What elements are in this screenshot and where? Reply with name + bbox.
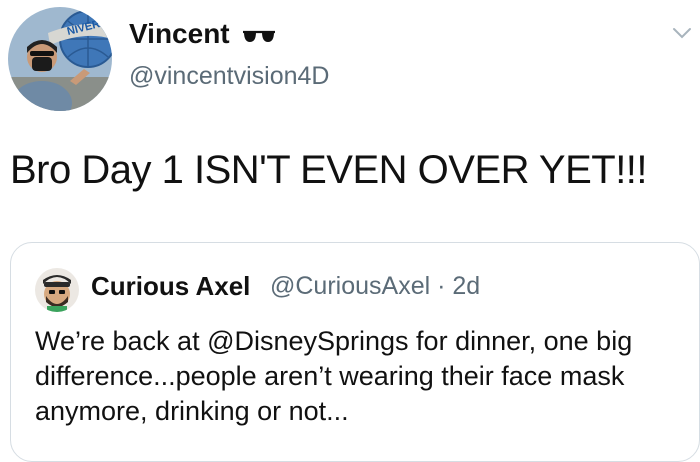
author-display-name[interactable]: Vincent xyxy=(129,18,230,50)
quoted-author-avatar[interactable] xyxy=(35,268,79,312)
sunglasses-icon xyxy=(243,30,275,42)
author-avatar[interactable]: NIVERS xyxy=(8,7,112,111)
tweet-card: NIVERS Vincent @vincentvision4D Bro Day … xyxy=(0,0,700,462)
quoted-tweet-text: We’re back at @DisneySprings for dinner,… xyxy=(35,326,633,426)
quoted-author-display-name[interactable]: Curious Axel xyxy=(91,271,250,302)
quoted-tweet[interactable]: Curious Axel @CuriousAxel · 2d We’re bac… xyxy=(10,242,700,462)
quoted-author-handle-time[interactable]: @CuriousAxel · 2d xyxy=(270,272,480,301)
chevron-down-icon[interactable] xyxy=(672,26,692,40)
author-handle[interactable]: @vincentvision4D xyxy=(129,62,329,91)
tweet-text: Bro Day 1 ISN'T EVEN OVER YET!!! xyxy=(10,148,648,192)
